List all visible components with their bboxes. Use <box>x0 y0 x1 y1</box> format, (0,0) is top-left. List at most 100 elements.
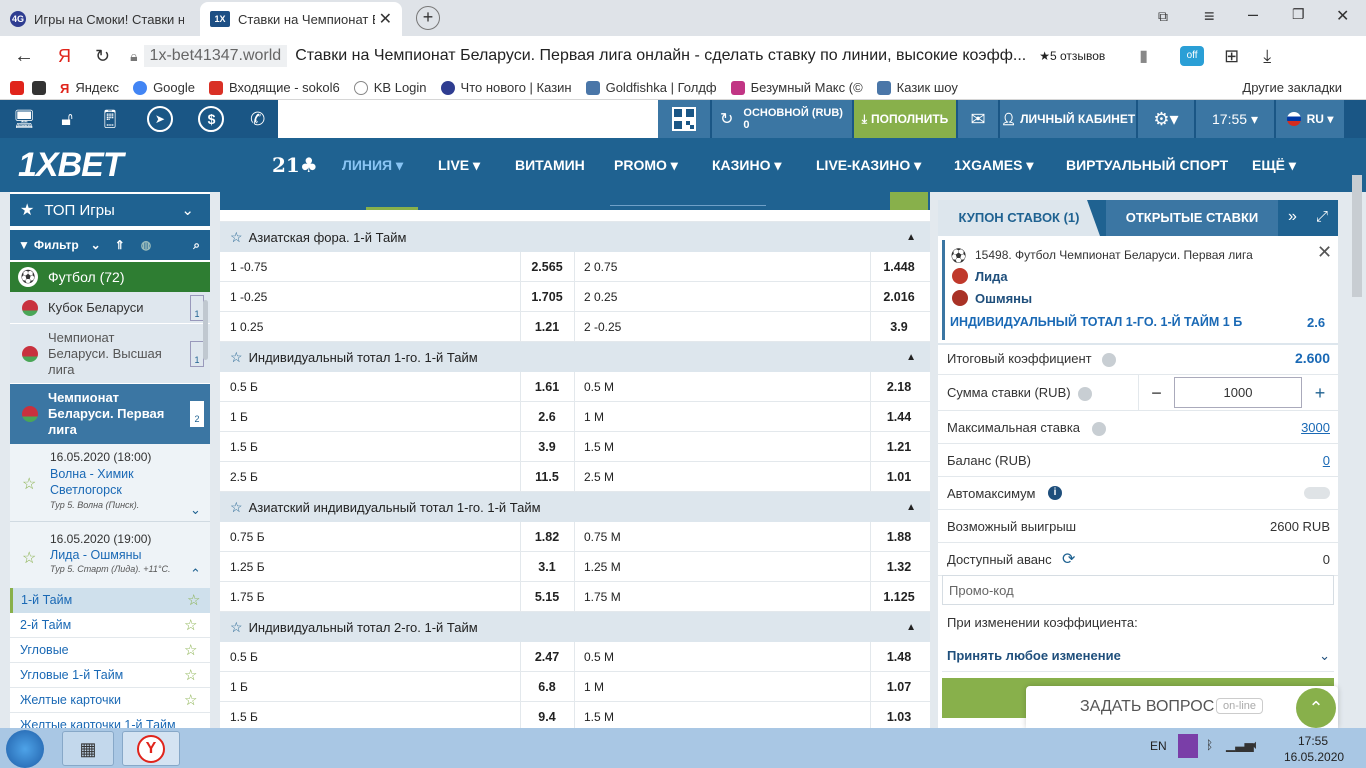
odds-button[interactable]: 1.61 <box>522 372 572 402</box>
outcome-label[interactable]: 0.5 М <box>584 642 614 672</box>
market-item[interactable]: Желтые карточки ☆ <box>10 688 210 713</box>
outcome-label[interactable]: 1 0.25 <box>230 312 263 342</box>
match-item[interactable]: ☆ 16.05.2020 (19:00) Лида - Ошмяны Тур 5… <box>10 522 210 588</box>
odds-button[interactable]: 1.03 <box>872 702 926 728</box>
nav-virtual-sport[interactable]: ВИРТУАЛЬНЫЙ СПОРТ <box>1066 138 1228 192</box>
deposit-button[interactable]: ⤓ ПОПОЛНИТЬ <box>854 100 956 138</box>
outcome-label[interactable]: 1.75 М <box>584 582 621 612</box>
market-search-input[interactable] <box>610 192 766 206</box>
settings-gear-icon[interactable]: ⚙▾ <box>1138 100 1194 138</box>
market-section-header[interactable]: ☆ Индивидуальный тотал 2-го. 1-й Тайм ▲ <box>220 612 930 642</box>
yandex-browser-taskbar-button[interactable]: Y <box>122 731 180 766</box>
reviews-badge[interactable]: ★5 отзывов <box>1039 49 1105 63</box>
outcome-label[interactable]: 1 -0.75 <box>230 252 267 282</box>
close-tab-icon[interactable]: ✕ <box>379 9 392 29</box>
outcome-label[interactable]: 1 Б <box>230 672 248 702</box>
outcome-label[interactable]: 2.5 М <box>584 462 614 492</box>
collapse-icon[interactable]: ▲ <box>906 232 916 243</box>
odds-button[interactable]: 3.1 <box>522 552 572 582</box>
search-icon[interactable]: ⌕ <box>193 238 200 253</box>
app-icon[interactable] <box>32 80 46 95</box>
outcome-label[interactable]: 1.25 М <box>584 552 621 582</box>
url-domain[interactable]: 1x-bet41347.world <box>143 45 288 67</box>
odds-button[interactable]: 6.8 <box>522 672 572 702</box>
mobile-icon[interactable]: 📱︎ <box>98 109 121 130</box>
stake-input[interactable]: 1000 <box>1174 377 1302 408</box>
expand-icon[interactable]: » <box>1288 208 1297 226</box>
browser-tab-active[interactable]: 1X Ставки на Чемпионат Б ✕ <box>200 2 402 36</box>
odds-button[interactable]: 1.01 <box>872 462 926 492</box>
odds-button[interactable]: 2.016 <box>872 282 926 312</box>
collapse-icon[interactable]: ⇑ <box>115 238 125 252</box>
expand-chat-icon[interactable]: ⌃ <box>1296 688 1336 728</box>
download-icon[interactable]: ⤓ <box>1263 46 1271 67</box>
mail-icon[interactable]: ✉ <box>958 100 998 138</box>
odds-button[interactable]: 9.4 <box>522 702 572 728</box>
page-scrollbar[interactable] <box>1352 175 1362 297</box>
bookmark-goldfishka[interactable]: Goldfishka | Голдф <box>585 80 717 95</box>
remove-bet-icon[interactable]: ✕ <box>1317 242 1332 263</box>
league-item[interactable]: Чемпионат Беларуси. Высшая лига 1 <box>10 324 210 384</box>
market-item[interactable]: 2-й Тайм ☆ <box>10 613 210 638</box>
market-item[interactable]: Угловые ☆ <box>10 638 210 663</box>
bookmark-icon[interactable]: ▮ <box>1139 46 1148 66</box>
bookmark-manager-icon[interactable]: ⧉ <box>1158 8 1168 25</box>
favorite-star-icon[interactable]: ☆ <box>22 548 36 568</box>
menu-icon[interactable]: ≡ <box>1204 6 1215 27</box>
outcome-label[interactable]: 1 М <box>584 402 604 432</box>
odds-button[interactable]: 2.565 <box>522 252 572 282</box>
odds-button[interactable]: 1.21 <box>522 312 572 342</box>
mail-icon[interactable] <box>10 80 24 95</box>
outcome-label[interactable]: 1.5 Б <box>230 702 258 728</box>
nav-promo[interactable]: PROMO ▾ <box>614 138 678 192</box>
desktop-icon[interactable]: 🖥︎ <box>13 109 36 130</box>
toolbar-active-tab[interactable] <box>366 192 418 210</box>
nav-line[interactable]: ЛИНИЯ ▾ <box>342 138 403 192</box>
odds-button[interactable]: 1.88 <box>872 522 926 552</box>
close-window-icon[interactable]: ✕ <box>1336 6 1349 26</box>
outcome-label[interactable]: 1 -0.25 <box>230 282 267 312</box>
market-section-header[interactable]: ☆ Индивидуальный тотал 1-го. 1-й Тайм ▲ <box>220 342 930 372</box>
odds-button[interactable]: 1.07 <box>872 672 926 702</box>
sport-football[interactable]: ⚽︎ Футбол (72) <box>10 262 210 292</box>
favorite-star-icon[interactable]: ☆ <box>187 591 200 609</box>
promo-code-input[interactable]: Промо-код <box>942 575 1334 605</box>
globe-icon[interactable]: ◍ <box>141 238 151 252</box>
league-item-active[interactable]: Чемпионат Беларуси. Первая лига 2 <box>10 384 210 444</box>
tray-app-icon[interactable] <box>1178 734 1198 758</box>
outcome-label[interactable]: 0.5 Б <box>230 642 258 672</box>
outcome-label[interactable]: 2 0.25 <box>584 282 617 312</box>
stake-minus-button[interactable]: − <box>1138 375 1174 411</box>
settings-gear-icon[interactable] <box>1092 411 1106 444</box>
nav-1xgames[interactable]: 1XGAMES ▾ <box>954 138 1033 192</box>
filter-icon[interactable]: ▼ <box>18 238 30 252</box>
bookmark-max[interactable]: Безумный Макс (© <box>730 80 863 95</box>
fullscreen-icon[interactable]: ⤢ <box>1316 208 1328 225</box>
odds-button[interactable]: 1.32 <box>872 552 926 582</box>
nav-casino[interactable]: КАЗИНО ▾ <box>712 138 781 192</box>
odds-button[interactable]: 2.47 <box>522 642 572 672</box>
balance-link[interactable]: 0 <box>1323 444 1330 477</box>
outcome-label[interactable]: 0.5 М <box>584 372 614 402</box>
settings-gear-icon[interactable] <box>1078 375 1092 411</box>
chevron-down-icon[interactable]: ⌄ <box>91 238 101 252</box>
match-item[interactable]: ☆ 16.05.2020 (18:00) Волна - Химик Светл… <box>10 444 210 522</box>
nav-live-casino[interactable]: LIVE-КАЗИНО ▾ <box>816 138 921 192</box>
minimize-icon[interactable]: – <box>1248 4 1258 25</box>
cabinet-button[interactable]: 👤︎ ЛИЧНЫЙ КАБИНЕТ <box>1000 100 1136 138</box>
bookmark-kazik[interactable]: Казик шоу <box>876 80 958 95</box>
market-item[interactable]: Угловые 1-й Тайм ☆ <box>10 663 210 688</box>
reload-icon[interactable]: ↻ <box>95 46 110 67</box>
outcome-label[interactable]: 0.75 М <box>584 522 621 552</box>
toolbar-button[interactable] <box>890 192 928 210</box>
market-item-active[interactable]: 1-й Тайм ☆ <box>10 588 210 613</box>
auto-max-toggle[interactable] <box>1304 487 1330 499</box>
outcome-label[interactable]: 1 Б <box>230 402 248 432</box>
odds-button[interactable]: 2.18 <box>872 372 926 402</box>
extension-off-icon[interactable]: off <box>1180 46 1205 66</box>
favorite-star-icon[interactable]: ☆ <box>184 616 197 634</box>
odds-button[interactable]: 3.9 <box>872 312 926 342</box>
collapse-icon[interactable]: ▲ <box>906 352 916 363</box>
outcome-label[interactable]: 2 0.75 <box>584 252 617 282</box>
odds-button[interactable]: 1.44 <box>872 402 926 432</box>
